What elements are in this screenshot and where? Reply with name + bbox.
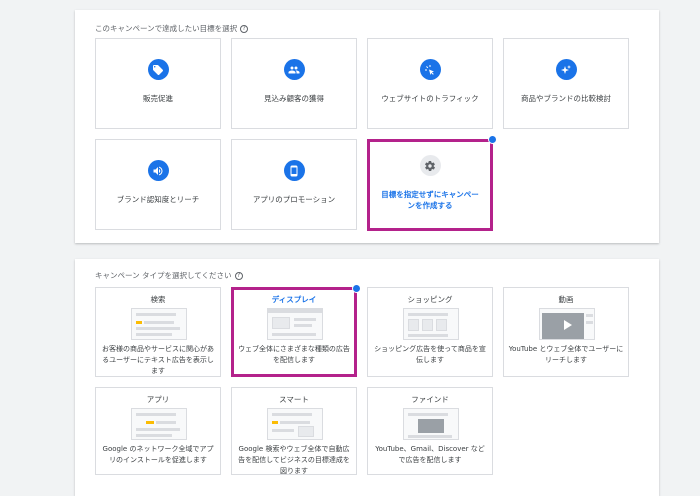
people-icon bbox=[283, 59, 305, 80]
goal-card-label: 目標を指定せずにキャンペーンを作成する bbox=[381, 190, 479, 210]
goal-card-label: 商品やブランドの比較検討 bbox=[521, 94, 611, 103]
goal-section-title-text: このキャンペーンで達成したい目標を選択 bbox=[95, 24, 238, 33]
type-card-video[interactable]: 動画 YouTube とウェブ全体でユーザーにリーチします bbox=[503, 287, 629, 377]
type-card-search[interactable]: 検索 お客様の商品やサービスに関心があるユーザーにテキスト広告を表示します bbox=[95, 287, 221, 377]
type-card-title: ショッピング bbox=[407, 295, 453, 304]
help-icon[interactable]: ? bbox=[234, 271, 243, 280]
goal-card-sales[interactable]: 販売促進 bbox=[95, 38, 221, 129]
type-card-title: 検索 bbox=[150, 295, 166, 304]
type-card-title: 動画 bbox=[558, 295, 574, 304]
type-card-app[interactable]: アプリ Google のネットワーク全域でアプリのインストールを促進します bbox=[95, 387, 221, 475]
discovery-illustration-icon bbox=[403, 408, 459, 440]
type-card-desc: YouTube、Gmail、Discover などで広告を配信します bbox=[375, 445, 485, 464]
gear-icon bbox=[419, 155, 441, 176]
type-card-discovery[interactable]: ファインド YouTube、Gmail、Discover などで広告を配信します bbox=[367, 387, 493, 475]
video-illustration-icon bbox=[539, 308, 595, 340]
shopping-illustration-icon bbox=[403, 308, 459, 340]
goal-card-consideration[interactable]: 商品やブランドの比較検討 bbox=[503, 38, 629, 129]
goal-card-label: ブランド認知度とリーチ bbox=[116, 195, 200, 204]
type-card-desc: ウェブ全体にさまざまな種類の広告を配信します bbox=[238, 345, 350, 364]
app-illustration-icon bbox=[131, 408, 187, 440]
type-section-title: キャンペーン タイプを選択してください ? bbox=[95, 270, 243, 281]
goal-card-label: アプリのプロモーション bbox=[252, 195, 336, 204]
smart-illustration-icon bbox=[267, 408, 323, 440]
type-card-title: ディスプレイ bbox=[271, 295, 317, 304]
goal-section-title: このキャンペーンで達成したい目標を選択 ? bbox=[95, 23, 249, 34]
goal-panel: このキャンペーンで達成したい目標を選択 ? 販売促進 見込み顧客の獲得 ウェブサ… bbox=[75, 10, 659, 243]
speaker-icon bbox=[147, 160, 169, 181]
goal-card-leads[interactable]: 見込み顧客の獲得 bbox=[231, 38, 357, 129]
tag-icon bbox=[147, 59, 169, 80]
goal-card-traffic[interactable]: ウェブサイトのトラフィック bbox=[367, 38, 493, 129]
selected-check-icon bbox=[352, 284, 361, 293]
type-card-title: ファインド bbox=[411, 395, 449, 404]
selected-check-icon bbox=[488, 135, 497, 144]
type-card-shopping[interactable]: ショッピング ショッピング広告を使って商品を宣伝します bbox=[367, 287, 493, 377]
help-icon[interactable]: ? bbox=[240, 24, 249, 33]
type-card-desc: YouTube とウェブ全体でユーザーにリーチします bbox=[508, 345, 624, 364]
type-panel: キャンペーン タイプを選択してください ? 検索 お客様の商品やサービスに関心が… bbox=[75, 259, 659, 496]
search-illustration-icon bbox=[131, 308, 187, 340]
goal-card-label: ウェブサイトのトラフィック bbox=[381, 94, 479, 103]
sparkle-icon bbox=[555, 59, 577, 80]
goal-card-awareness[interactable]: ブランド認知度とリーチ bbox=[95, 139, 221, 230]
goal-card-label: 販売促進 bbox=[143, 94, 173, 103]
phone-icon bbox=[283, 160, 305, 181]
goal-card-app[interactable]: アプリのプロモーション bbox=[231, 139, 357, 230]
goal-card-no-goal[interactable]: 目標を指定せずにキャンペーンを作成する bbox=[367, 139, 493, 231]
display-illustration-icon bbox=[267, 308, 323, 340]
type-card-display[interactable]: ディスプレイ ウェブ全体にさまざまな種類の広告を配信します bbox=[231, 287, 357, 377]
type-card-title: スマート bbox=[279, 395, 309, 404]
type-card-title: アプリ bbox=[146, 395, 170, 404]
type-card-desc: お客様の商品やサービスに関心があるユーザーにテキスト広告を表示します bbox=[102, 345, 214, 375]
type-card-smart[interactable]: スマート Google 検索やウェブ全体で自動広告を配信してビジネスの目標達成を… bbox=[231, 387, 357, 475]
type-card-desc: Google のネットワーク全域でアプリのインストールを促進します bbox=[102, 445, 214, 464]
cursor-click-icon bbox=[419, 59, 441, 80]
goal-card-label: 見込み顧客の獲得 bbox=[264, 94, 324, 103]
type-card-desc: Google 検索やウェブ全体で自動広告を配信してビジネスの目標達成を図ります bbox=[238, 445, 350, 475]
type-section-title-text: キャンペーン タイプを選択してください bbox=[95, 271, 232, 280]
type-card-desc: ショッピング広告を使って商品を宣伝します bbox=[374, 345, 486, 364]
